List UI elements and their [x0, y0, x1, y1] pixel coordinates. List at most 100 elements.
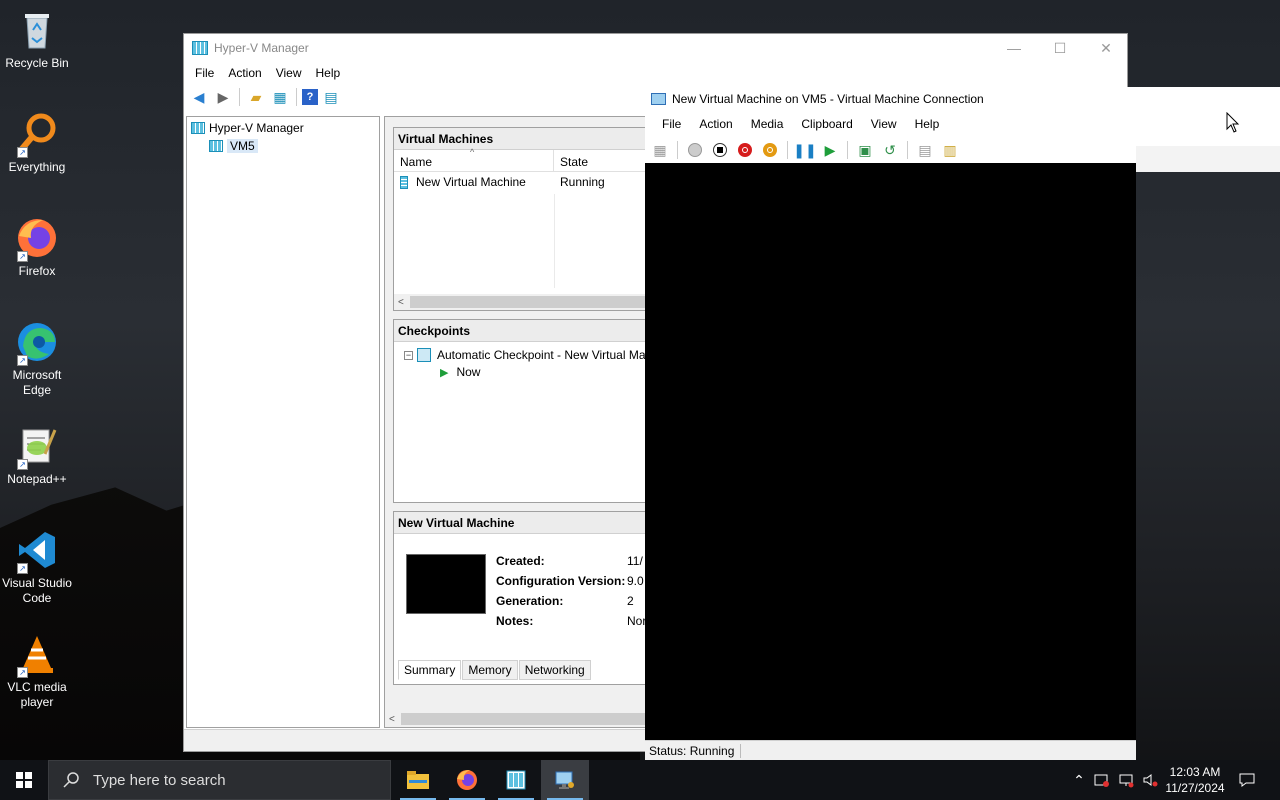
vlc-icon: ↗ — [15, 632, 59, 678]
enhanced-session-icon[interactable]: ▤ — [914, 139, 936, 161]
desktop-icon-vlc[interactable]: ↗ VLC media player — [2, 632, 72, 710]
network-icon[interactable] — [1116, 760, 1136, 800]
taskbar-clock[interactable]: 12:03 AM 11/27/2024 — [1160, 764, 1230, 796]
start-icon[interactable] — [684, 139, 706, 161]
checkpoint-label: Now — [456, 365, 481, 379]
menu-clipboard[interactable]: Clipboard — [792, 117, 861, 131]
vm-thumbnail[interactable] — [406, 554, 486, 614]
menu-view[interactable]: View — [269, 66, 309, 80]
scroll-left-icon[interactable]: < — [389, 714, 395, 725]
scrollbar-thumb[interactable] — [401, 713, 661, 725]
shut-down-icon[interactable] — [734, 139, 756, 161]
desktop-icon-everything[interactable]: ↗ Everything — [2, 112, 72, 175]
taskbar-firefox[interactable] — [443, 760, 491, 800]
menu-file[interactable]: File — [188, 66, 221, 80]
taskbar: Type here to search ⌃ 12:03 AM 11/27/202… — [0, 760, 1280, 800]
resume-icon[interactable]: ▶ — [819, 139, 841, 161]
maximize-button[interactable]: ☐ — [1037, 34, 1083, 62]
tab-memory[interactable]: Memory — [462, 660, 518, 680]
ctrl-alt-del-icon[interactable]: ▦ — [649, 139, 671, 161]
toolbar-separator — [847, 141, 848, 159]
menu-media[interactable]: Media — [742, 117, 793, 131]
desktop-icon-microsoft-edge[interactable]: ↗ Microsoft Edge — [2, 320, 72, 398]
scrollbar-thumb[interactable] — [410, 296, 650, 308]
menu-help[interactable]: Help — [906, 117, 949, 131]
toolbar-separator — [907, 141, 908, 159]
save-icon[interactable] — [759, 139, 781, 161]
window-title: New Virtual Machine on VM5 - Virtual Mac… — [672, 92, 984, 106]
scroll-left-icon[interactable]: < — [398, 297, 404, 308]
show-hidden-icons-chevron-icon[interactable]: ⌃ — [1070, 760, 1088, 800]
show-hide-tree-icon[interactable]: ▦ — [269, 86, 291, 108]
generation-value: 2 — [627, 594, 634, 608]
notes-label: Notes: — [496, 614, 534, 628]
vm-connection-window: New Virtual Machine on VM5 - Virtual Mac… — [645, 87, 1136, 760]
checkpoint-label: Automatic Checkpoint - New Virtual Machi… — [437, 348, 668, 362]
desktop-icon-visual-studio-code[interactable]: ↗ Visual Studio Code — [2, 528, 72, 606]
desktop-icon-firefox[interactable]: ↗ Firefox — [2, 216, 72, 279]
notifications-icon[interactable] — [1234, 760, 1260, 800]
server-icon — [209, 140, 223, 152]
menu-action[interactable]: Action — [690, 117, 741, 131]
collapse-icon[interactable]: − — [404, 350, 413, 360]
shortcut-arrow-icon: ↗ — [17, 459, 28, 470]
hyperv-menubar: File Action View Help — [184, 62, 1127, 84]
toolbar-separator — [787, 141, 788, 159]
mouse-cursor-icon — [1226, 111, 1240, 137]
checkpoint-icon[interactable]: ▣ — [854, 139, 876, 161]
hyperv-titlebar[interactable]: Hyper-V Manager — [184, 34, 1127, 62]
tab-summary[interactable]: Summary — [398, 660, 462, 680]
hyperv-manager-icon — [191, 122, 205, 134]
clock-date: 11/27/2024 — [1165, 781, 1225, 795]
back-icon[interactable]: ◀ — [188, 86, 210, 108]
up-folder-icon[interactable]: ▰ — [245, 86, 267, 108]
tree-item-hyperv-manager[interactable]: Hyper-V Manager — [187, 119, 379, 137]
desktop-icon-label: Firefox — [18, 264, 56, 278]
vm-display-area[interactable] — [645, 163, 1136, 740]
revert-icon[interactable]: ↺ — [879, 139, 901, 161]
show-hide-action-pane-icon[interactable]: ▤ — [320, 86, 342, 108]
checkpoint-icon — [417, 348, 431, 362]
menu-help[interactable]: Help — [309, 66, 348, 80]
shortcut-arrow-icon: ↗ — [17, 563, 28, 574]
taskbar-file-explorer[interactable] — [394, 760, 442, 800]
play-icon: ▶ — [440, 366, 449, 379]
close-button[interactable]: ✕ — [1083, 34, 1129, 62]
help-icon[interactable]: ? — [302, 89, 318, 105]
sort-ascending-icon: ^ — [470, 147, 475, 157]
generation-label: Generation: — [496, 594, 564, 608]
search-icon — [63, 772, 79, 788]
menu-file[interactable]: File — [653, 117, 690, 131]
taskbar-vm-connection[interactable] — [541, 760, 589, 800]
turn-off-icon[interactable] — [709, 139, 731, 161]
recycle-bin-icon — [15, 8, 59, 52]
forward-icon[interactable]: ▶ — [212, 86, 234, 108]
status-divider — [740, 743, 742, 758]
vm-status-text: Status: Running — [649, 743, 735, 758]
tree-item-label: VM5 — [227, 139, 258, 153]
menu-view[interactable]: View — [862, 117, 906, 131]
vmc-toolbar: ▦ ❚❚ ▶ ▣ ↺ ▤ ▥ — [645, 137, 1136, 163]
volume-muted-icon[interactable] — [1140, 760, 1160, 800]
taskbar-hyperv-manager[interactable] — [492, 760, 540, 800]
navigation-tree: Hyper-V Manager VM5 — [186, 116, 380, 728]
share-icon[interactable]: ▥ — [939, 139, 961, 161]
vm-name-cell: New Virtual Machine — [416, 175, 526, 189]
desktop-icon-recycle-bin[interactable]: Recycle Bin — [2, 8, 72, 71]
column-divider — [554, 194, 555, 288]
column-header-label: Name — [400, 155, 433, 169]
hyperv-manager-icon — [506, 770, 526, 790]
start-button[interactable] — [0, 760, 48, 800]
windows-icon — [16, 772, 32, 788]
minimize-button[interactable]: — — [991, 34, 1037, 62]
pause-icon[interactable]: ❚❚ — [793, 139, 816, 161]
tree-item-vm5[interactable]: VM5 — [187, 137, 379, 155]
tab-networking[interactable]: Networking — [518, 660, 591, 680]
column-header-name[interactable]: Name ^ — [394, 147, 554, 171]
taskbar-search-box[interactable]: Type here to search — [48, 760, 391, 800]
vmc-titlebar[interactable]: New Virtual Machine on VM5 - Virtual Mac… — [645, 87, 1136, 111]
desktop-icon-notepad-plus-plus[interactable]: ↗ Notepad++ — [2, 424, 72, 487]
vmc-right-strip-toolbar — [1136, 146, 1280, 172]
menu-action[interactable]: Action — [221, 66, 268, 80]
security-tray-icon[interactable] — [1092, 760, 1112, 800]
